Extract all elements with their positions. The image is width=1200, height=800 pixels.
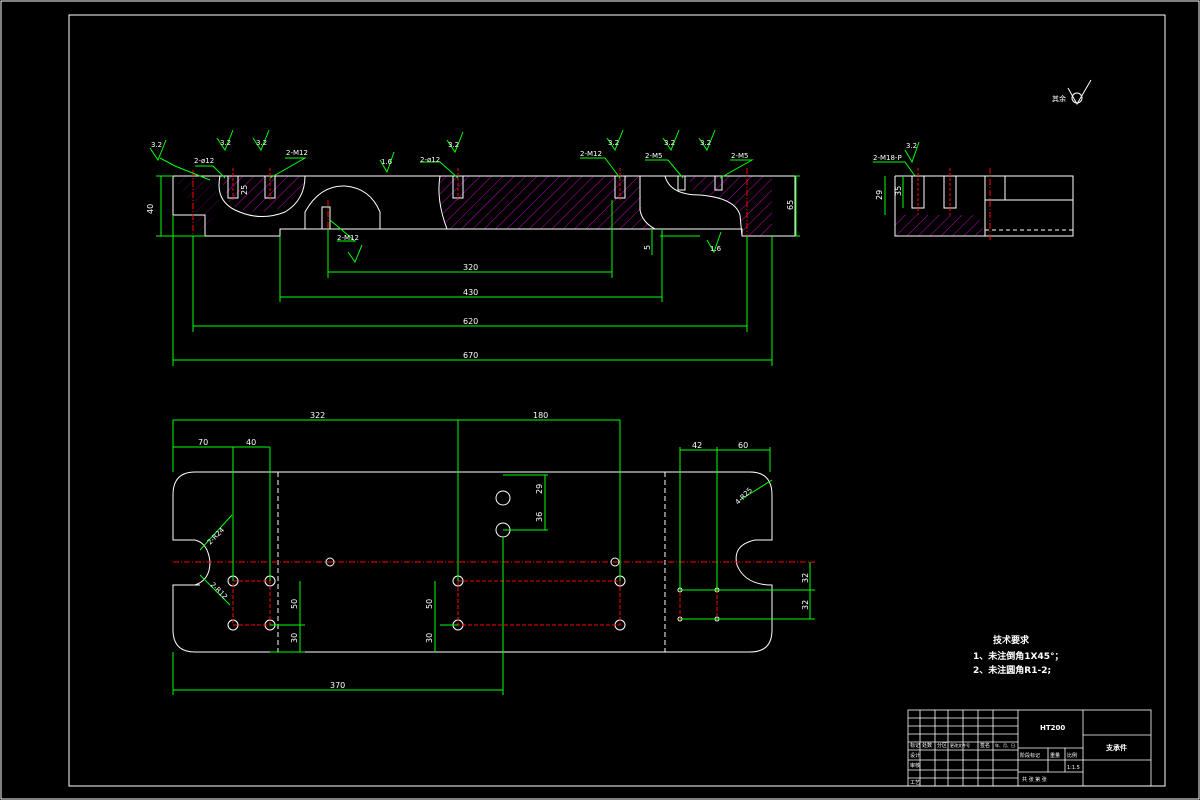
dim-620: 620	[463, 317, 478, 326]
side-view: 2-M18-P 29 35 3.2	[873, 141, 1074, 240]
plan-dim-42: 42	[692, 441, 702, 450]
callout-m5-a: 2-M5	[645, 152, 662, 160]
tb-col-count: 处数	[922, 742, 932, 749]
plan-dim-30a: 30	[290, 633, 299, 643]
roughness-32f: 3.2	[664, 139, 675, 147]
callout-m12-a: 2-M12	[286, 149, 308, 157]
requirement-1: 1、未注倒角1X45°；	[973, 650, 1064, 662]
global-roughness: 其余	[1052, 79, 1092, 106]
requirement-2: 2、未注圆角R1-2;	[973, 664, 1051, 676]
dim-320: 320	[463, 263, 478, 272]
plan-dim-60: 60	[738, 441, 748, 450]
plan-dim-32a: 32	[801, 573, 810, 583]
front-pocket-mid	[304, 185, 381, 229]
roughness-32a: 3.2	[151, 141, 162, 149]
side-callout-m18: 2-M18-P	[873, 154, 902, 162]
title-block-text: HT200 支承件 标记 设计 审核 工艺 处数 分区 更改文件号 签名 年、月…	[910, 724, 1127, 786]
technical-requirements: 技术要求 1、未注倒角1X45°； 2、未注圆角R1-2;	[973, 634, 1064, 676]
tb-col-date: 年、月、日	[995, 742, 1015, 748]
tb-row-mark: 标记	[910, 742, 920, 749]
dim-430: 430	[463, 288, 478, 297]
plan-dim-322: 322	[310, 411, 325, 420]
plan-dim-29: 29	[535, 484, 544, 494]
tb-row-design: 设计	[910, 752, 920, 759]
tb-scale: 1:1.5	[1067, 765, 1080, 771]
tb-row-review: 审核	[910, 762, 920, 769]
side-dim-35: 35	[894, 186, 903, 196]
title-code: HT200	[1040, 724, 1065, 732]
plan-dim-70: 70	[198, 438, 208, 447]
dim-40: 40	[146, 204, 155, 214]
tb-row-process: 工艺	[910, 780, 920, 786]
plan-dim-36: 36	[535, 512, 544, 522]
dim-25: 25	[240, 185, 249, 195]
tb-col-sign: 签名	[980, 742, 990, 749]
tb-weight: 重量	[1050, 752, 1060, 759]
roughness-32e: 3.2	[608, 139, 619, 147]
dim-5: 5	[643, 245, 652, 250]
side-roughness: 3.2	[906, 142, 917, 150]
plan-dim-180: 180	[533, 411, 548, 420]
plan-dim-50b: 50	[425, 599, 434, 609]
callout-m12-b: 2-M12	[580, 150, 602, 158]
plan-dim-30b: 30	[425, 633, 434, 643]
roughness-32b: 3.2	[220, 139, 231, 147]
outer-frame	[0, 0, 1200, 800]
callout-m12-c: 2-M12	[337, 234, 359, 242]
plan-dim-texts: 322 180 70 40 42 60 29 36 50 30 50 30 32…	[198, 411, 810, 690]
tb-sheets: 共 张 第 张	[1022, 776, 1047, 783]
plan-dim-32b: 32	[801, 600, 810, 610]
dim-670: 670	[463, 351, 478, 360]
plan-view: 322 180 70 40 42 60 29 36 50 30 50 30 32…	[172, 411, 815, 695]
callout-r24: 2-R24	[206, 526, 227, 547]
side-dim-29: 29	[875, 190, 884, 200]
front-hatch-right	[690, 176, 772, 236]
part-name: 支承件	[1105, 743, 1127, 752]
requirements-title: 技术要求	[993, 634, 1030, 646]
roughness-32g: 3.2	[700, 139, 711, 147]
plan-dim-40: 40	[246, 438, 256, 447]
roughness-16b: 1.6	[710, 245, 722, 253]
roughness-16a: 1.6	[381, 158, 393, 166]
front-view: 320 430 620 670 40 65 5 25 2-ø12 2-M12 2…	[146, 129, 916, 366]
roughness-32d: 3.2	[448, 141, 459, 149]
tb-col-zone: 分区	[937, 742, 947, 749]
tb-stage: 阶段标记	[1020, 752, 1040, 759]
tb-col-change: 更改文件号	[950, 742, 970, 748]
callout-phi12-left: 2-ø12	[194, 157, 214, 165]
front-hatch-center	[440, 176, 650, 229]
callout-r12: 2-R12	[209, 581, 229, 601]
callout-r25: 4-R25	[734, 486, 754, 506]
callout-m5-b: 2-M5	[731, 152, 748, 160]
plan-dim-50a: 50	[290, 599, 299, 609]
roughness-32c: 3.2	[256, 139, 267, 147]
cad-drawing: 其余 320 430 620 670 40 65 5 25 2-ø12 2-M1…	[0, 0, 1200, 800]
plan-dim-370: 370	[330, 681, 345, 690]
front-hatch-left-end	[173, 176, 220, 236]
callout-phi12-mid: 2-ø12	[420, 156, 440, 164]
tb-scale-label: 比例	[1067, 752, 1077, 759]
roughness-global-label: 其余	[1052, 94, 1066, 103]
dim-65: 65	[786, 200, 795, 210]
